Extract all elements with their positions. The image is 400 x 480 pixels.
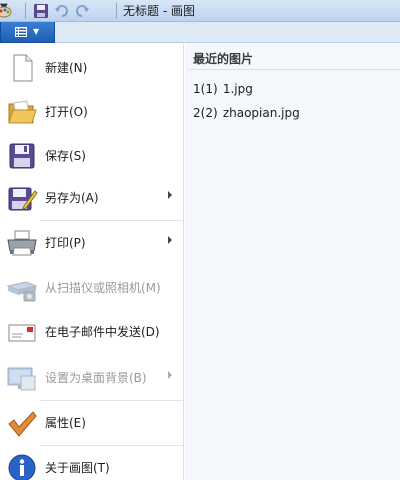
toolbar-divider (116, 3, 117, 19)
submenu-arrow-icon (168, 236, 172, 244)
save-as-icon (8, 187, 38, 211)
recent-file-number: 2(2) (193, 106, 218, 120)
menu-item-label: 另存为(A) (45, 191, 99, 205)
panel-divider (189, 69, 400, 70)
menu-item-new[interactable]: 新建(N) (0, 46, 184, 90)
paint-icon[interactable] (0, 3, 12, 19)
scanner-icon (6, 281, 38, 302)
title-bar: ▼ 无标题 - 画图 (0, 0, 400, 22)
menu-item-label: 新建(N) (45, 61, 88, 75)
menu-item-save-as[interactable]: 另存为(A) (0, 176, 184, 220)
menu-item-email[interactable]: 在电子邮件中发送(D) (0, 310, 184, 354)
window-title: 无标题 - 画图 (123, 4, 195, 18)
submenu-arrow-icon (168, 191, 172, 199)
new-document-icon (13, 54, 33, 82)
menu-item-label: 打开(O) (45, 105, 88, 119)
checkmark-icon (8, 411, 37, 437)
recent-file-item[interactable]: 1(1) 1.jpg (193, 80, 393, 98)
printer-icon (7, 230, 37, 256)
open-folder-icon (8, 100, 37, 124)
menu-item-scanner[interactable]: 从扫描仪或照相机(M) (0, 266, 184, 310)
undo-icon[interactable] (54, 3, 70, 19)
menu-item-print[interactable]: 打印(P) (0, 221, 184, 265)
recent-pictures-title: 最近的图片 (193, 52, 254, 66)
menu-item-label: 属性(E) (45, 416, 86, 430)
menu-item-desktop-background[interactable]: 设置为桌面背景(B) (0, 356, 184, 400)
toolbar-divider (25, 3, 26, 19)
info-icon (8, 454, 36, 480)
recent-file-name: 1.jpg (222, 82, 253, 96)
menu-item-save[interactable]: 保存(S) (0, 134, 184, 178)
menu-item-label: 在电子邮件中发送(D) (45, 325, 160, 339)
ribbon-tab-strip (0, 22, 400, 43)
menu-item-about[interactable]: 关于画图(T) (0, 446, 184, 480)
menu-item-label: 从扫描仪或照相机(M) (45, 281, 161, 295)
file-menu-icon (15, 27, 27, 37)
menu-item-properties[interactable]: 属性(E) (0, 401, 184, 445)
submenu-arrow-icon (168, 371, 172, 379)
menu-item-label: 保存(S) (45, 149, 86, 163)
file-menu-button[interactable]: ▼ (0, 22, 55, 43)
recent-pictures-panel: 最近的图片 1(1) 1.jpg 2(2) zhaopian.jpg (185, 44, 400, 480)
file-menu: 新建(N) 打开(O) 保存(S) 另存为(A) 打印(P) 从扫描仪或照相机(… (0, 44, 184, 480)
recent-file-item[interactable]: 2(2) zhaopian.jpg (193, 104, 393, 122)
email-icon (8, 324, 36, 342)
desktop-background-icon (7, 367, 36, 391)
floppy-save-icon (9, 143, 35, 169)
redo-icon[interactable] (74, 3, 90, 19)
menu-item-label: 关于画图(T) (45, 461, 110, 475)
chevron-down-icon: ▼ (33, 27, 40, 36)
menu-item-label: 设置为桌面背景(B) (45, 371, 147, 385)
recent-file-number: 1(1) (193, 82, 218, 96)
recent-file-name: zhaopian.jpg (222, 106, 300, 120)
menu-item-open[interactable]: 打开(O) (0, 90, 184, 134)
menu-item-label: 打印(P) (45, 236, 86, 250)
save-icon[interactable] (33, 3, 49, 19)
